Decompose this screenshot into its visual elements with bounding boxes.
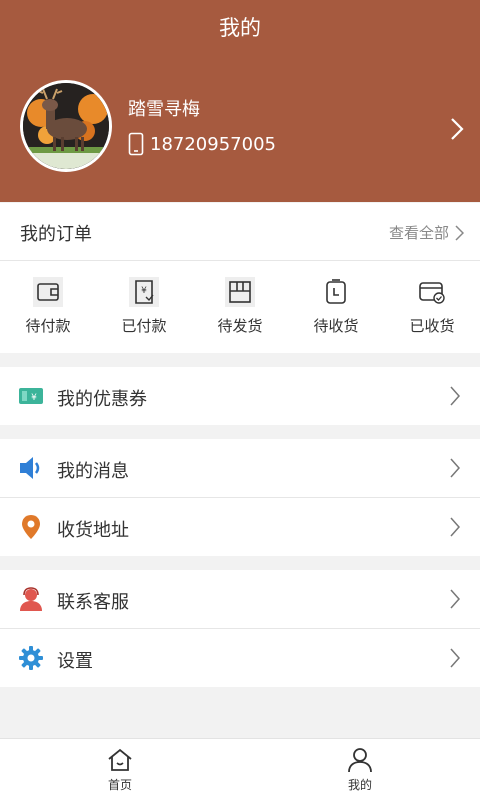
wallet-icon: [33, 277, 63, 307]
order-item-label: 待付款: [25, 317, 71, 335]
username: 踏雪寻梅: [128, 99, 200, 120]
order-pending-payment[interactable]: 待付款: [0, 261, 96, 353]
profile-header: 我的 踏雪寻梅 18720957005: [0, 0, 480, 202]
svg-text:¥: ¥: [31, 393, 37, 403]
menu-item-support[interactable]: 联系客服: [0, 570, 480, 628]
avatar[interactable]: [20, 80, 112, 172]
menu-item-coupons[interactable]: ¥ 我的优惠券: [0, 367, 480, 425]
menu-label: 联系客服: [57, 592, 129, 613]
clock-box-icon: [326, 279, 346, 304]
view-all-label: 查看全部: [388, 224, 449, 242]
menu-item-messages[interactable]: 我的消息: [0, 439, 480, 497]
phone-number: 18720957005: [150, 133, 276, 155]
tab-label: 我的: [347, 778, 372, 792]
bottom-tab-bar: 首页 我的: [0, 738, 480, 800]
tab-label: 首页: [107, 778, 132, 792]
menu-label: 收货地址: [57, 520, 129, 541]
chevron-right-icon: [455, 224, 464, 241]
menu-label: 我的优惠券: [57, 389, 147, 410]
menu-label: 设置: [57, 651, 93, 672]
tab-mine[interactable]: 我的: [240, 739, 480, 800]
gear-icon: [19, 646, 43, 670]
order-received[interactable]: 已收货: [384, 261, 480, 353]
order-item-label: 待收货: [313, 317, 359, 335]
message-icon: [20, 457, 40, 479]
home-icon: [108, 748, 132, 771]
card-check-icon: [419, 282, 445, 304]
chevron-right-icon: [450, 386, 460, 406]
order-item-label: 已付款: [121, 317, 167, 335]
order-paid[interactable]: ¥ 已付款: [96, 261, 192, 353]
chevron-right-icon[interactable]: [450, 117, 464, 141]
chevron-right-icon: [450, 648, 460, 668]
order-pending-shipment[interactable]: 待发货: [192, 261, 288, 353]
chevron-right-icon: [450, 517, 460, 537]
location-pin-icon: [22, 515, 40, 539]
package-icon: [225, 277, 255, 307]
orders-header: 我的订单 查看全部: [0, 203, 480, 261]
order-item-label: 已收货: [409, 317, 455, 335]
chevron-right-icon: [450, 458, 460, 478]
menu-item-address[interactable]: 收货地址: [0, 498, 480, 556]
customer-service-icon: [20, 587, 42, 611]
view-all-orders-link[interactable]: 查看全部: [389, 222, 464, 243]
page-title: 我的: [219, 16, 261, 40]
receipt-paid-icon: ¥: [129, 277, 159, 307]
chevron-right-icon: [450, 589, 460, 609]
order-pending-receipt[interactable]: 待收货: [288, 261, 384, 353]
svg-text:¥: ¥: [141, 286, 147, 296]
order-item-label: 待发货: [217, 317, 263, 335]
orders-title: 我的订单: [20, 224, 92, 245]
order-status-grid: 待付款 ¥ 已付款 待发货 待收货 已收货: [0, 261, 480, 353]
menu-item-settings[interactable]: 设置: [0, 629, 480, 687]
mobile-phone-icon: [128, 132, 144, 156]
phone-row: 18720957005: [128, 132, 276, 156]
menu-label: 我的消息: [57, 461, 129, 482]
coupon-icon: ¥: [19, 388, 43, 404]
tab-home[interactable]: 首页: [0, 739, 240, 800]
user-icon: [348, 748, 372, 773]
